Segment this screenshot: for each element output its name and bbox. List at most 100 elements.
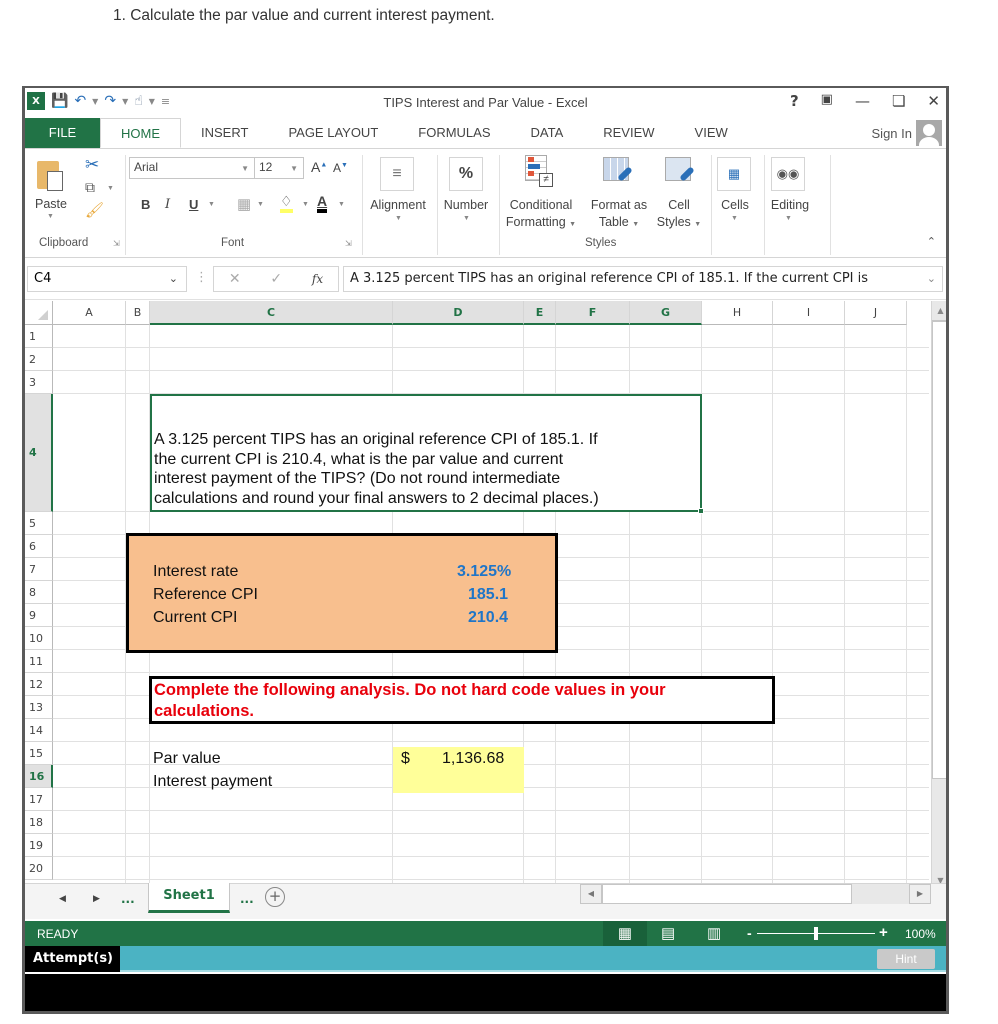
scroll-up-icon[interactable]: ▲ [932,301,946,321]
number-format-icon[interactable]: % [449,157,483,191]
paste-dropdown-icon[interactable]: ▼ [47,213,54,220]
par-value-answer[interactable]: 1,136.68 [442,750,504,768]
row-header-12[interactable]: 12 [25,673,53,696]
format-as-table-button[interactable]: Format as Table ▼ [587,197,651,233]
alignment-dropdown-icon[interactable]: ▼ [395,215,402,222]
input-value-current-cpi[interactable]: 210.4 [468,609,508,627]
row-header-14[interactable]: 14 [25,719,53,742]
column-header-j[interactable]: J [845,301,907,325]
clipboard-launcher-icon[interactable]: ⇲ [113,239,120,248]
page-layout-view-icon[interactable]: ▤ [661,924,675,942]
underline-dropdown-icon[interactable]: ▼ [208,201,215,208]
zoom-out-button[interactable]: - [747,925,752,941]
fill-dropdown-icon[interactable]: ▼ [302,201,309,208]
sign-in-label[interactable]: Sign In [872,126,912,141]
zoom-slider-thumb[interactable] [814,927,818,940]
italic-button[interactable]: I [165,197,170,212]
row-header-7[interactable]: 7 [25,558,53,581]
input-label-current-cpi[interactable]: Current CPI [153,609,237,627]
paste-button[interactable] [37,157,65,191]
cell-styles-icon[interactable] [665,157,695,187]
alignment-icon[interactable]: ≡ [380,157,414,191]
scroll-left-icon[interactable]: ◀ [580,884,602,904]
input-value-reference-cpi[interactable]: 185.1 [468,586,508,604]
tab-data[interactable]: DATA [511,118,584,148]
page-break-view-icon[interactable]: ▥ [707,924,721,942]
row-header-8[interactable]: 8 [25,581,53,604]
row-header-2[interactable]: 2 [25,348,53,371]
number-button[interactable]: Number [437,197,495,214]
scroll-right-icon[interactable]: ▶ [909,884,931,904]
increase-font-icon[interactable]: A▲ [311,159,327,175]
zoom-level[interactable]: 100% [905,927,936,941]
tab-review[interactable]: REVIEW [583,118,674,148]
column-header-d[interactable]: D [393,301,524,325]
zoom-in-button[interactable]: + [879,924,888,941]
help-icon[interactable]: ? [790,92,799,110]
cell-styles-button[interactable]: Cell Styles ▼ [651,197,707,233]
borders-dropdown-icon[interactable]: ▼ [257,201,264,208]
column-header-e[interactable]: E [524,301,556,325]
normal-view-icon[interactable]: ▦ [603,921,647,946]
select-all-button[interactable] [25,301,53,325]
editing-button[interactable]: Editing [763,197,817,214]
number-dropdown-icon[interactable]: ▼ [463,215,470,222]
column-header-h[interactable]: H [702,301,773,325]
formula-input[interactable]: A 3.125 percent TIPS has an original ref… [343,266,943,292]
column-header-f[interactable]: F [556,301,630,325]
enter-icon[interactable]: ✓ [270,271,282,287]
conditional-formatting-button[interactable]: Conditional Formatting ▼ [500,197,582,233]
row-header-15[interactable]: 15 [25,742,53,765]
row-header-19[interactable]: 19 [25,834,53,857]
font-color-dropdown-icon[interactable]: ▼ [338,201,345,208]
ribbon-display-icon[interactable]: ▣ [821,92,833,110]
paste-label[interactable]: Paste [35,197,67,211]
row-header-1[interactable]: 1 [25,325,53,348]
avatar[interactable] [916,120,942,146]
row-header-17[interactable]: 17 [25,788,53,811]
restore-icon[interactable]: ❏ [892,92,905,110]
cancel-icon[interactable]: ✕ [229,271,241,287]
input-label-reference-cpi[interactable]: Reference CPI [153,586,258,604]
tab-file[interactable]: FILE [25,118,100,148]
prev-sheet-icon[interactable]: ◀ [59,894,66,904]
font-name-select[interactable]: Arial ▼ [129,157,255,179]
row-header-13[interactable]: 13 [25,696,53,719]
cells-icon[interactable]: ▦ [717,157,751,191]
sheet-ellipsis-left[interactable]: ... [121,892,135,906]
row-header-10[interactable]: 10 [25,627,53,650]
binoculars-icon[interactable]: ◉◉ [771,157,805,191]
borders-icon[interactable]: ▦ [237,195,251,213]
row-header-4[interactable]: 4 [25,394,53,512]
fill-color-icon[interactable]: ♢ [280,193,293,213]
input-value-interest-rate[interactable]: 3.125% [457,563,511,581]
bold-button[interactable]: B [141,197,150,212]
hint-button[interactable]: Hint [877,949,935,969]
next-sheet-icon[interactable]: ▶ [93,894,100,904]
fill-handle[interactable] [698,508,704,514]
tab-home[interactable]: HOME [100,118,181,148]
vertical-scrollbar[interactable]: ▲ ▼ [931,301,946,891]
row-header-20[interactable]: 20 [25,857,53,880]
font-size-select[interactable]: 12 ▼ [254,157,304,179]
row-header-3[interactable]: 3 [25,371,53,394]
spreadsheet-grid[interactable]: ABCDEFGHIJ 1 2 3 4 5 6 7 8 9 10 11 12 13 14 15 16 17 18 19… [25,301,929,891]
horizontal-scrollbar-track[interactable] [852,884,909,904]
cells-button[interactable]: Cells [711,197,759,214]
alignment-button[interactable]: Alignment [363,197,433,214]
copy-dropdown-icon[interactable]: ▼ [107,185,114,192]
add-sheet-icon[interactable]: + [265,887,285,907]
interest-payment-answer[interactable] [442,773,522,793]
horizontal-scrollbar-thumb[interactable] [602,884,852,904]
name-box[interactable]: C4 ⌄ [27,266,187,292]
column-header-c[interactable]: C [150,301,393,325]
cells-dropdown-icon[interactable]: ▼ [731,215,738,222]
scrollbar-thumb[interactable] [932,321,946,779]
column-header-g[interactable]: G [630,301,702,325]
font-color-button[interactable]: A [317,193,328,213]
expand-formula-icon[interactable]: ⌄ [927,272,936,285]
cut-icon[interactable]: ✂ [85,155,99,175]
close-icon[interactable]: ✕ [927,92,940,110]
column-header-i[interactable]: I [773,301,845,325]
tab-page-layout[interactable]: PAGE LAYOUT [268,118,398,148]
